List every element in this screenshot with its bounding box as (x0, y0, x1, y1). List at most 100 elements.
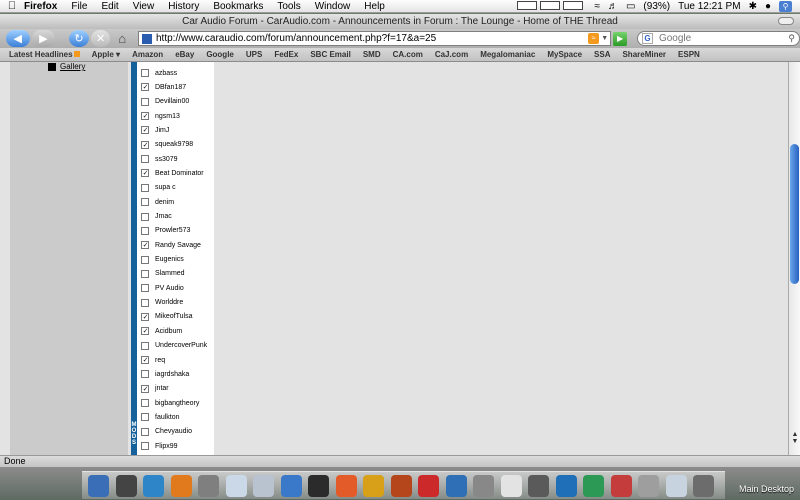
user-checkbox[interactable] (141, 198, 149, 207)
gallery-label[interactable]: Gallery (60, 62, 85, 71)
vertical-scrollbar[interactable]: ▲ ▼ (788, 62, 800, 455)
bookmark-myspace[interactable]: MySpace (547, 50, 582, 59)
app-menu[interactable]: Firefox (24, 1, 57, 12)
bluetooth-icon[interactable]: ✱ (749, 1, 757, 12)
user-checkbox[interactable] (141, 327, 149, 336)
stop-button[interactable]: ✕ (90, 30, 111, 47)
user-row[interactable]: Devillain00 (141, 96, 213, 108)
user-checkbox[interactable] (141, 341, 149, 350)
spotlight-icon[interactable]: ⚲ (779, 1, 792, 12)
user-row[interactable]: PV Audio (141, 282, 213, 294)
user-row[interactable]: bigbangtheory (141, 397, 213, 409)
ichat-icon[interactable] (253, 475, 274, 497)
toolbar-toggle-button[interactable] (778, 17, 794, 25)
user-row[interactable]: DBfan187 (141, 81, 213, 93)
user-row[interactable]: Flipx99 (141, 440, 213, 452)
wifi-icon[interactable]: ≈ (594, 1, 600, 12)
user-checkbox[interactable] (141, 126, 149, 135)
bookmark-shareminer[interactable]: ShareMiner (622, 50, 666, 59)
user-row[interactable]: squeak9798 (141, 139, 213, 151)
user-row[interactable]: Chevyaudio (141, 426, 213, 438)
safari-icon[interactable] (143, 475, 164, 497)
menu-help[interactable]: Help (364, 1, 385, 12)
word-icon[interactable] (555, 475, 577, 497)
scroll-arrows[interactable]: ▲ ▼ (789, 431, 800, 455)
user-row[interactable]: supa c (141, 182, 213, 194)
user-row[interactable]: Randy Savage (141, 239, 213, 251)
quicktime-icon[interactable] (280, 475, 302, 497)
user-row[interactable]: Beat Dominator (141, 167, 213, 179)
user-checkbox[interactable] (141, 169, 149, 178)
bookmark-caj-com[interactable]: CaJ.com (435, 50, 468, 59)
user-checkbox[interactable] (141, 83, 149, 92)
bookmark-amazon[interactable]: Amazon (132, 50, 163, 59)
user-row[interactable]: ngsm13 (141, 110, 213, 122)
user-checkbox[interactable] (141, 112, 149, 121)
bookmark-apple[interactable]: Apple ▾ (92, 50, 120, 59)
url-dropdown-icon[interactable]: ▼ (601, 35, 610, 42)
user-checkbox[interactable] (141, 442, 149, 451)
itunes-icon[interactable] (198, 475, 219, 497)
powerpoint-icon[interactable] (610, 475, 632, 497)
user-row[interactable]: UndercoverPunk (141, 340, 213, 352)
rss-feed-icon[interactable]: ≈ (588, 33, 600, 44)
bookmark-latest-headlines[interactable]: Latest Headlines (9, 50, 80, 59)
user-row[interactable]: Acidbum (141, 325, 213, 337)
firefox-icon[interactable] (170, 475, 192, 497)
server-icon[interactable] (390, 475, 412, 497)
user-checkbox[interactable] (141, 298, 149, 307)
bookmark-megalomaniac[interactable]: Megalomaniac (480, 50, 535, 59)
battery-percent[interactable]: (93%) (643, 1, 670, 12)
trash-icon[interactable] (693, 475, 714, 497)
terminal-icon[interactable] (473, 475, 494, 497)
apple-menu-icon[interactable]:  (0, 0, 24, 12)
back-button[interactable]: ◀ (6, 30, 30, 47)
user-checkbox[interactable] (141, 399, 149, 408)
clapperboard-icon[interactable] (308, 475, 329, 497)
bookmark-ups[interactable]: UPS (246, 50, 262, 59)
user-row[interactable]: jntar (141, 383, 213, 395)
user-row[interactable]: Slammed (141, 268, 213, 280)
user-row[interactable]: azbass (141, 67, 213, 79)
user-checkbox[interactable] (141, 269, 149, 278)
scrollbar-thumb[interactable] (790, 144, 799, 284)
user-row[interactable]: Prowler573 (141, 225, 213, 237)
user-row[interactable]: MikeofTulsa (141, 311, 213, 323)
bookmark-ca-com[interactable]: CA.com (393, 50, 423, 59)
bookmark-sbc-email[interactable]: SBC Email (310, 50, 350, 59)
search-icon[interactable]: ⚲ (788, 33, 795, 44)
clock[interactable]: Tue 12:21 PM (678, 1, 740, 12)
menu-bookmarks[interactable]: Bookmarks (213, 1, 263, 12)
bookmark-fedex[interactable]: FedEx (274, 50, 298, 59)
user-checkbox[interactable] (141, 155, 149, 164)
dashboard-icon[interactable] (115, 475, 137, 497)
mail-icon[interactable] (665, 475, 687, 497)
menu-file[interactable]: File (71, 1, 87, 12)
dvd-icon[interactable] (335, 475, 357, 497)
go-button[interactable]: ▶ (613, 31, 627, 46)
photos-icon[interactable] (363, 475, 384, 497)
bookmark-espn[interactable]: ESPN (678, 50, 700, 59)
user-row[interactable]: ss3079 (141, 153, 213, 165)
finder-icon[interactable] (88, 475, 109, 497)
user-checkbox[interactable] (141, 427, 149, 436)
user-checkbox[interactable] (141, 241, 149, 250)
gallery-link[interactable]: Gallery (48, 62, 85, 71)
user-checkbox[interactable] (141, 97, 149, 106)
user-checkbox[interactable] (141, 212, 149, 221)
home-button[interactable]: ⌂ (112, 30, 132, 47)
menu-view[interactable]: View (133, 1, 155, 12)
menu-tools[interactable]: Tools (277, 1, 300, 12)
spaces-icon[interactable] (517, 0, 586, 13)
reload-button[interactable]: ↻ (69, 30, 89, 47)
forward-button[interactable]: ▶ (31, 30, 56, 47)
url-bar[interactable]: http://www.caraudio.com/forum/announceme… (138, 31, 612, 46)
user-checkbox[interactable] (141, 183, 149, 192)
bookmark-ebay[interactable]: eBay (175, 50, 194, 59)
user-checkbox[interactable] (141, 370, 149, 379)
network-icon[interactable] (528, 475, 549, 497)
user-row[interactable]: JimJ (141, 124, 213, 136)
user-checkbox[interactable] (141, 69, 149, 77)
user-row[interactable]: faulkton (141, 411, 213, 423)
user-row[interactable]: Jmac (141, 211, 213, 223)
